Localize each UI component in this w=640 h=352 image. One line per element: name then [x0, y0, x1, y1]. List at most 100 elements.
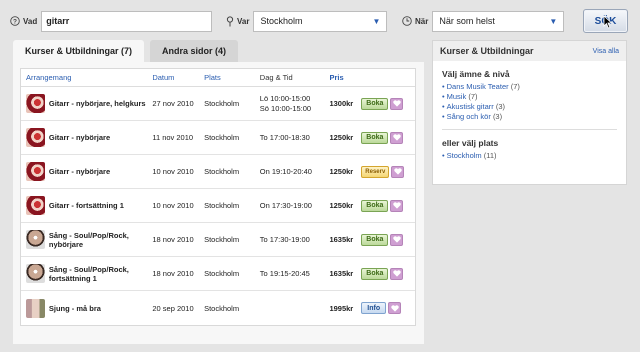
course-actions: Boka [361, 267, 415, 280]
boka-button[interactable]: Boka [361, 131, 389, 144]
favorite-heart-icon[interactable] [390, 97, 404, 110]
header-date[interactable]: Datum [152, 73, 204, 82]
result-tabs: Kurser & Utbildningar (7) Andra sidor (4… [13, 40, 244, 62]
course-name-link[interactable]: Sjung - må bra [49, 304, 152, 313]
course-name-link[interactable]: Gitarr - nybörjare [49, 133, 152, 142]
header-event[interactable]: Arrangemang [21, 73, 152, 82]
favorite-heart-icon[interactable] [388, 302, 402, 314]
favorite-heart-icon[interactable] [390, 233, 404, 246]
subject-filter-link-label[interactable]: Akustisk gitarr [447, 102, 494, 111]
table-row: Sång - Soul/Pop/Rock, nybörjare 18 nov 2… [21, 223, 415, 257]
what-input[interactable]: gitarr [41, 10, 213, 32]
course-place: Stockholm [204, 167, 240, 176]
results-table: Arrangemang Datum Plats Dag & Tid Pris G… [20, 68, 416, 326]
course-thumbnail[interactable] [26, 196, 45, 215]
when-field-group: När När som helst ▼ [402, 10, 565, 32]
tab-other-pages[interactable]: Andra sidor (4) [150, 40, 239, 62]
when-label-wrap: När [402, 16, 428, 26]
boka-button[interactable]: Boka [361, 199, 389, 212]
where-label: Var [237, 16, 250, 26]
info-button[interactable]: Info [361, 302, 387, 314]
course-place: Stockholm [204, 133, 240, 142]
chevron-down-icon: ▼ [549, 16, 558, 26]
sidebar-title: Kurser & Utbildningar [440, 46, 534, 56]
subject-filter-link-count: (7) [468, 92, 478, 101]
search-bar: ? Vad gitarr Var Stockholm ▼ När När som… [0, 0, 640, 40]
favorite-heart-icon[interactable] [390, 267, 404, 280]
subject-filter-link[interactable]: • Akustisk gitarr (3) [442, 102, 617, 112]
boka-button[interactable]: Boka [361, 97, 389, 110]
bullet-icon: • [442, 92, 445, 101]
header-price[interactable]: Pris [329, 73, 361, 82]
show-all-link[interactable]: Visa alla [593, 48, 619, 55]
course-thumbnail-cell [21, 196, 49, 215]
course-price: 1250kr [329, 201, 354, 210]
place-list: • Stockholm (11) [442, 151, 617, 161]
favorite-heart-icon[interactable] [390, 131, 404, 144]
boka-button[interactable]: Boka [361, 267, 389, 280]
course-price: 1250kr [329, 133, 354, 142]
course-price: 1635kr [329, 235, 354, 244]
course-price: 1635kr [329, 269, 354, 278]
place-heading: eller välj plats [442, 138, 499, 148]
what-label: Vad [23, 16, 38, 26]
table-body: Gitarr - nybörjare, helgkurs 27 nov 2010… [21, 87, 415, 325]
course-place: Stockholm [204, 99, 240, 108]
course-thumbnail[interactable] [26, 230, 45, 249]
course-name-link[interactable]: Gitarr - nybörjare, helgkurs [49, 99, 152, 108]
sidebar-divider [442, 129, 617, 130]
course-price: 1250kr [329, 167, 354, 176]
place-filter-link-label[interactable]: Stockholm [447, 151, 482, 160]
course-thumbnail[interactable] [26, 264, 45, 283]
course-time-1: To 19:15-20:45 [259, 268, 310, 278]
boka-button[interactable]: Boka [361, 233, 389, 246]
what-field-group: ? Vad gitarr [10, 10, 213, 32]
subject-filter-link-count: (7) [510, 82, 520, 91]
reserv-button[interactable]: Reserv [361, 165, 390, 178]
course-thumbnail[interactable] [26, 128, 45, 147]
when-select[interactable]: När som helst ▼ [432, 10, 565, 32]
place-section: eller välj plats • Stockholm (11) [433, 138, 626, 161]
where-select[interactable]: Stockholm ▼ [253, 10, 388, 32]
course-thumbnail[interactable] [26, 298, 45, 318]
location-pin-icon [226, 15, 234, 27]
subject-filter-link-count: (3) [492, 112, 503, 121]
favorite-heart-icon[interactable] [391, 165, 405, 178]
course-thumbnail-cell [21, 230, 49, 249]
course-thumbnail-cell [21, 298, 49, 318]
place-filter-link[interactable]: • Stockholm (11) [442, 151, 617, 161]
subject-filter-link[interactable]: • Dans Musik Teater (7) [442, 82, 617, 92]
subject-filter-link-label[interactable]: Dans Musik Teater [447, 82, 509, 91]
course-name-link[interactable]: Sång - Soul/Pop/Rock, fortsättning 1 [49, 265, 152, 283]
subject-filter-link-label[interactable]: Musik [447, 92, 467, 101]
header-place[interactable]: Plats [204, 73, 260, 82]
course-date: 18 nov 2010 [152, 235, 194, 244]
course-daytime: To 17:30-19:00 [260, 235, 330, 245]
subject-filter-link[interactable]: • Sång och kör (3) [442, 112, 617, 122]
course-date: 27 nov 2010 [152, 99, 194, 108]
course-time-2: Sö 10:00-15:00 [259, 103, 312, 113]
course-name-link[interactable]: Sång - Soul/Pop/Rock, nybörjare [49, 231, 152, 249]
bullet-icon: • [442, 151, 445, 160]
course-thumbnail[interactable] [26, 94, 45, 113]
table-header: Arrangemang Datum Plats Dag & Tid Pris [21, 69, 415, 87]
course-name-link[interactable]: Gitarr - fortsättning 1 [49, 201, 152, 210]
course-date: 18 nov 2010 [152, 269, 194, 278]
course-name-link[interactable]: Gitarr - nybörjare [49, 167, 152, 176]
chevron-down-icon: ▼ [372, 16, 381, 26]
course-thumbnail[interactable] [26, 162, 45, 181]
course-daytime: Lö 10:00-15:00 Sö 10:00-15:00 [260, 94, 330, 114]
subject-filter-link[interactable]: • Musik (7) [442, 92, 617, 102]
course-thumbnail-cell [21, 162, 49, 181]
mouse-cursor-icon [603, 15, 613, 31]
table-row: Gitarr - nybörjare 10 nov 2010 Stockholm… [21, 155, 415, 189]
bullet-icon: • [442, 102, 445, 111]
when-value: När som helst [439, 16, 495, 26]
tab-courses[interactable]: Kurser & Utbildningar (7) [13, 40, 145, 62]
course-price: 1300kr [329, 99, 354, 108]
subject-filter-link-count: (3) [495, 102, 506, 111]
subject-filter-link-label[interactable]: Sång och kör [447, 112, 491, 121]
table-row: Gitarr - fortsättning 1 10 nov 2010 Stoc… [21, 189, 415, 223]
course-actions: Boka [361, 199, 415, 212]
favorite-heart-icon[interactable] [390, 199, 404, 212]
